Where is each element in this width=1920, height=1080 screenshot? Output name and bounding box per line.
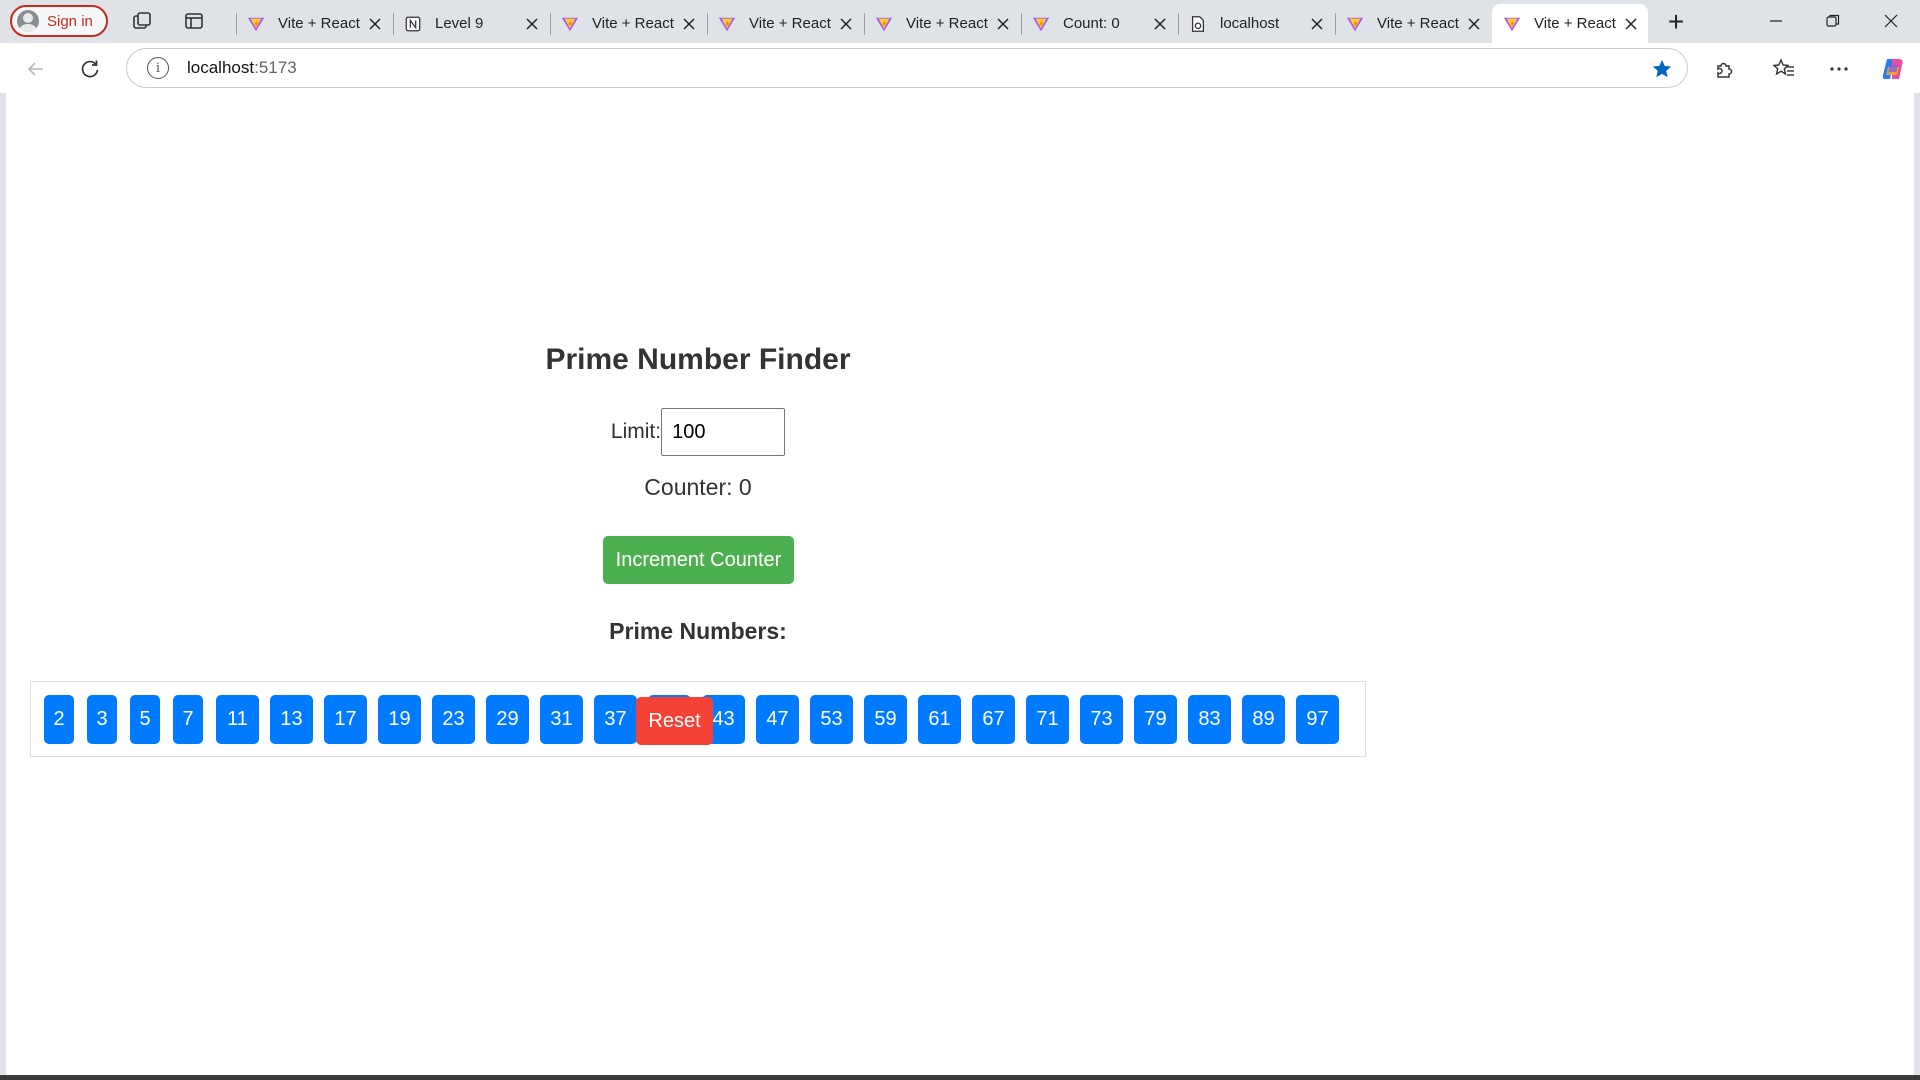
prime-chip: 19 [378,694,421,744]
profile-avatar-icon [17,10,39,32]
prime-chip: 59 [864,694,907,744]
prime-chip: 31 [540,694,583,744]
address-host: localhost [187,58,255,77]
prime-chip: 53 [810,694,853,744]
prime-chip: 13 [270,694,313,744]
page-viewport: Prime Number Finder Limit: Counter: 0 In… [6,93,1914,1075]
tab-actions-icon[interactable] [180,8,208,34]
tab-title: Vite + React [592,15,674,32]
tab-separator [393,13,394,35]
prime-chip: 23 [432,694,475,744]
tab-title: localhost [1220,15,1280,32]
address-bar[interactable]: i localhost:5173 [126,48,1688,88]
window-bottom-edge [0,1075,1920,1080]
site-info-icon[interactable]: i [147,57,169,79]
close-tab-icon[interactable] [521,13,543,35]
prime-chip: 11 [216,694,259,744]
tab-separator [707,13,708,35]
close-tab-icon[interactable] [1620,13,1642,35]
tab-separator [1335,13,1336,35]
close-tab-icon[interactable] [835,13,857,35]
vite-icon [1345,14,1365,34]
reset-button[interactable]: Reset [636,697,713,745]
prime-chip: 83 [1188,694,1231,744]
prime-chip: 79 [1134,694,1177,744]
new-tab-button[interactable]: + [1660,6,1692,38]
limit-label: Limit: [610,420,662,443]
browser-tab[interactable]: Vite + React [550,4,706,43]
vite-icon [874,14,894,34]
tab-separator [550,13,551,35]
tab-title: Count: 0 [1063,15,1120,32]
browser-tab[interactable]: Vite + React [1492,4,1648,43]
tab-title: Vite + React [906,15,988,32]
restore-button[interactable] [1808,6,1858,36]
primes-heading: Prime Numbers: [609,618,787,644]
extensions-icon[interactable] [1708,53,1740,85]
tab-title: Level 9 [435,15,484,32]
prime-chip: 7 [173,694,203,744]
browser-tab[interactable]: Level 9 [393,4,549,43]
sign-in-button[interactable]: Sign in [10,5,108,37]
counter-display: Counter: 0 [644,474,752,500]
close-tab-icon[interactable] [992,13,1014,35]
close-tab-icon[interactable] [1463,13,1485,35]
close-window-button[interactable] [1866,6,1916,36]
address-port: :5173 [254,58,297,77]
favorite-star-icon[interactable] [1649,56,1675,82]
tab-title: Vite + React [749,15,831,32]
prime-chip: 61 [918,694,961,744]
browser-tab[interactable]: localhost [1178,4,1334,43]
vite-icon [717,14,737,34]
prime-chip: 29 [486,694,529,744]
close-tab-icon[interactable] [1306,13,1328,35]
limit-input[interactable] [661,408,786,456]
prime-chip: 67 [972,694,1015,744]
browser-tab[interactable]: Vite + React [864,4,1020,43]
prime-chip: 5 [130,694,160,744]
favorites-icon[interactable] [1768,53,1800,85]
browser-tab[interactable]: Count: 0 [1021,4,1177,43]
vite-icon [1031,14,1051,34]
prime-chip: 37 [594,694,637,744]
prime-chip: 71 [1026,694,1069,744]
copilot-icon[interactable] [1877,53,1909,85]
prime-chip: 3 [87,694,117,744]
minimize-button[interactable] [1751,6,1801,36]
browser-tab[interactable]: Vite + React [236,4,392,43]
vite-icon [1502,14,1522,34]
back-button[interactable] [20,53,52,85]
prime-chip: 17 [324,694,367,744]
prime-chip: 89 [1242,694,1285,744]
workspaces-icon[interactable] [128,8,156,34]
prime-chip: 2 [44,694,74,744]
more-options-icon[interactable] [1823,53,1855,85]
tab-title: Vite + React [1377,15,1459,32]
close-tab-icon[interactable] [364,13,386,35]
browser-tab[interactable]: Vite + React [707,4,863,43]
increment-counter-button[interactable]: Increment Counter [603,536,794,584]
page-icon [1188,14,1208,34]
browser-tab[interactable]: Vite + React [1335,4,1491,43]
tab-separator [1178,13,1179,35]
refresh-button[interactable] [74,53,106,85]
tab-separator [864,13,865,35]
vite-icon [246,14,266,34]
close-tab-icon[interactable] [678,13,700,35]
prime-chip: 97 [1296,694,1339,744]
prime-chip: 47 [756,694,799,744]
sign-in-label: Sign in [47,12,93,30]
tab-separator [236,13,237,35]
close-tab-icon[interactable] [1149,13,1171,35]
vite-icon [560,14,580,34]
browser-toolbar: i localhost:5173 [0,43,1920,93]
page-title: Prime Number Finder [545,343,851,376]
notion-icon [403,14,423,34]
prime-chip: 73 [1080,694,1123,744]
tab-separator [1021,13,1022,35]
tab-title: Vite + React [278,15,360,32]
tab-strip: Sign in Vite + React Level 9 Vite + React V… [0,0,1920,43]
tab-title: Vite + React [1534,15,1616,32]
limit-row: Limit: [30,408,1366,456]
